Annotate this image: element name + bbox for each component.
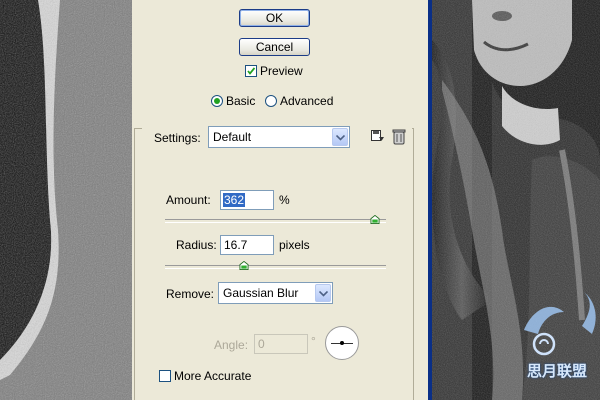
basic-radio[interactable] [211, 95, 223, 107]
angle-input: 0 [254, 334, 308, 354]
document-image[interactable]: 思月联盟 [432, 0, 600, 400]
radius-slider-track[interactable] [165, 265, 386, 269]
remove-select-value: Gaussian Blur [223, 286, 299, 300]
checkmark-icon [247, 67, 256, 75]
basic-radio-label[interactable]: Basic [226, 94, 255, 108]
advanced-radio[interactable] [265, 95, 277, 107]
amount-slider-thumb[interactable] [370, 215, 380, 224]
amount-input[interactable]: 362 [220, 190, 274, 210]
radius-unit: pixels [279, 238, 310, 252]
radius-input[interactable]: 16.7 [220, 235, 274, 255]
angle-value: 0 [258, 337, 265, 351]
chevron-down-icon[interactable] [315, 284, 331, 302]
amount-label: Amount: [166, 193, 211, 207]
amount-slider-track[interactable] [165, 219, 386, 223]
preview-checkbox[interactable] [245, 65, 257, 77]
ok-button[interactable]: OK [239, 9, 310, 27]
save-preset-icon[interactable] [370, 129, 386, 145]
preview-label[interactable]: Preview [260, 64, 303, 78]
more-accurate-checkbox[interactable] [159, 370, 171, 382]
settings-group-frame [134, 128, 414, 400]
remove-select[interactable]: Gaussian Blur [218, 282, 333, 304]
remove-label: Remove: [166, 287, 215, 301]
settings-select-value: Default [213, 130, 252, 144]
watermark-text: 思月联盟 [527, 363, 588, 380]
settings-select[interactable]: Default [208, 126, 350, 148]
trash-icon[interactable] [391, 128, 407, 145]
angle-unit: ° [311, 334, 316, 348]
more-accurate-label[interactable]: More Accurate [174, 369, 251, 383]
angle-dial [325, 326, 359, 360]
amount-unit: % [279, 193, 290, 207]
angle-dial-center [340, 341, 344, 345]
advanced-radio-label[interactable]: Advanced [280, 94, 333, 108]
radius-slider-thumb[interactable] [239, 261, 249, 270]
filter-preview-image[interactable] [0, 0, 132, 400]
amount-value: 362 [223, 193, 246, 207]
radius-value: 16.7 [224, 238, 248, 252]
cancel-button[interactable]: Cancel [239, 38, 310, 56]
settings-label: Settings: [154, 131, 201, 145]
angle-label: Angle: [214, 338, 249, 352]
radio-selected-dot [214, 98, 220, 104]
radius-label: Radius: [176, 238, 217, 252]
chevron-down-icon[interactable] [332, 128, 348, 146]
